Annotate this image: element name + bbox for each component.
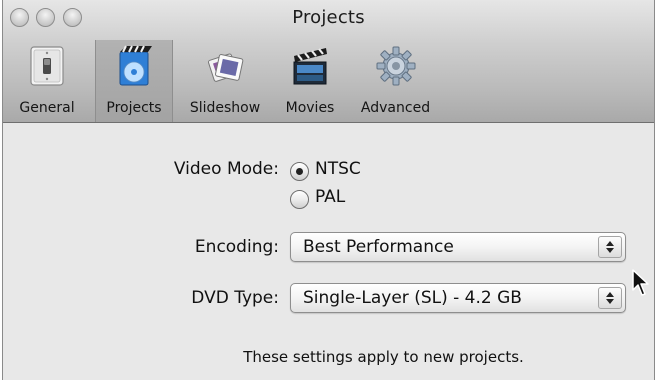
radio-ntsc-label[interactable]: NTSC	[315, 159, 361, 179]
radio-selected-dot	[296, 168, 303, 175]
projects-pane: Video Mode: NTSC PAL Encoding: Best Perf…	[3, 123, 654, 380]
toolbar-label: Advanced	[360, 100, 431, 116]
title-bar: Projects General Projects Slideshow Movi…	[3, 0, 654, 123]
toolbar-label: Projects	[106, 100, 162, 116]
toolbar-item-general[interactable]: General	[7, 40, 87, 122]
toolbar-item-advanced[interactable]: Advanced	[348, 40, 443, 122]
video-mode-label: Video Mode:	[173, 159, 279, 179]
light-switch-icon	[30, 46, 64, 86]
dvd-type-label: DVD Type:	[191, 288, 279, 308]
dvd-type-value: Single-Layer (SL) - 4.2 GB	[303, 288, 522, 308]
popup-arrows-icon	[598, 236, 622, 258]
mouse-cursor-icon	[632, 269, 649, 296]
settings-note: These settings apply to new projects.	[243, 348, 524, 366]
encoding-label: Encoding:	[194, 237, 279, 257]
preferences-window: Projects General Projects Slideshow Movi…	[2, 0, 655, 380]
toolbar-label: Movies	[285, 100, 335, 116]
toolbar-item-slideshow[interactable]: Slideshow	[179, 40, 271, 122]
slides-icon	[207, 53, 244, 82]
encoding-popup[interactable]: Best Performance	[290, 232, 626, 262]
popup-arrows-icon	[598, 287, 622, 309]
toolbar-label: Slideshow	[189, 100, 261, 116]
toolbar-item-projects[interactable]: Projects	[95, 40, 173, 122]
encoding-value: Best Performance	[303, 237, 454, 257]
window-title: Projects	[292, 7, 365, 28]
radio-pal-label[interactable]: PAL	[315, 187, 345, 207]
toolbar-label: General	[19, 100, 75, 116]
clapperboard-icon	[293, 48, 327, 85]
radio-ntsc[interactable]	[290, 162, 309, 181]
dvd-type-popup[interactable]: Single-Layer (SL) - 4.2 GB	[290, 283, 626, 313]
toolbar-item-movies[interactable]: Movies	[275, 40, 345, 122]
radio-pal[interactable]	[290, 190, 309, 209]
dvd-project-icon	[119, 45, 152, 86]
gear-icon	[376, 46, 415, 86]
